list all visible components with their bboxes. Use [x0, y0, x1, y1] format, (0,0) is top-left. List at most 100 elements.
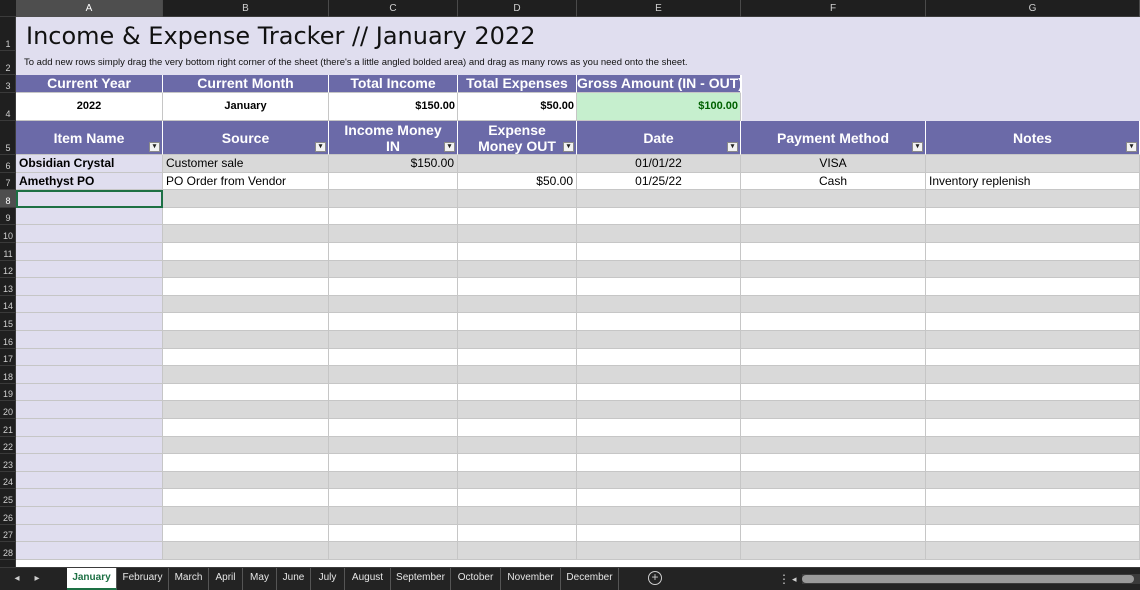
table-cell-b15[interactable] — [163, 313, 329, 331]
table-cell-d6[interactable] — [458, 155, 577, 173]
table-cell-c23[interactable] — [329, 454, 458, 472]
row-header-7[interactable]: 7 — [0, 173, 16, 191]
table-cell-e12[interactable] — [577, 260, 741, 279]
table-cell-c13[interactable] — [329, 278, 458, 296]
filter-dropdown-icon[interactable]: ▾ — [912, 142, 923, 152]
table-cell-c22[interactable] — [329, 436, 458, 455]
table-cell-f13[interactable] — [741, 278, 926, 296]
filter-dropdown-icon[interactable]: ▾ — [315, 142, 326, 152]
table-cell-b12[interactable] — [163, 260, 329, 279]
table-cell-d15[interactable] — [458, 313, 577, 331]
table-cell-g17[interactable] — [926, 348, 1140, 367]
summary-value-1[interactable]: January — [163, 93, 329, 121]
summary-header-3[interactable]: Total Expenses — [458, 75, 577, 93]
table-cell-c27[interactable] — [329, 524, 458, 543]
column-header-f[interactable]: F — [741, 0, 926, 17]
summary-value-4[interactable]: $100.00 — [577, 93, 741, 121]
sheet-tab-december[interactable]: December — [561, 568, 619, 590]
scroll-left-icon[interactable]: ◂ — [792, 572, 802, 586]
table-cell-g9[interactable] — [926, 207, 1140, 226]
plus-circle-icon[interactable]: + — [648, 571, 662, 585]
table-cell-f25[interactable] — [741, 489, 926, 507]
table-cell-g28[interactable] — [926, 542, 1140, 560]
row-header-26[interactable]: 26 — [0, 507, 16, 525]
table-cell-e24[interactable] — [577, 471, 741, 490]
table-cell-a23[interactable] — [16, 454, 163, 472]
table-header-6[interactable]: Notes ▾ — [926, 121, 1140, 155]
table-cell-a12[interactable] — [16, 260, 163, 279]
column-header-d[interactable]: D — [458, 0, 577, 17]
table-cell-d14[interactable] — [458, 295, 577, 314]
table-cell-f16[interactable] — [741, 331, 926, 349]
table-cell-c21[interactable] — [329, 419, 458, 437]
summary-header-1[interactable]: Current Month — [163, 75, 329, 93]
table-cell-b13[interactable] — [163, 278, 329, 296]
table-cell-g26[interactable] — [926, 507, 1140, 525]
table-cell-a17[interactable] — [16, 348, 163, 367]
table-cell-b28[interactable] — [163, 542, 329, 560]
table-cell-d23[interactable] — [458, 454, 577, 472]
table-cell-e28[interactable] — [577, 542, 741, 560]
row-header-11[interactable]: 11 — [0, 243, 16, 261]
table-header-0[interactable]: Item Name ▾ — [16, 121, 163, 155]
table-cell-a26[interactable] — [16, 507, 163, 525]
row-header-14[interactable]: 14 — [0, 296, 16, 314]
table-cell-g15[interactable] — [926, 313, 1140, 331]
table-cell-d13[interactable] — [458, 278, 577, 296]
table-cell-b7[interactable]: PO Order from Vendor — [163, 172, 329, 191]
tab-scroll-left-icon[interactable]: ◂ — [10, 571, 24, 587]
sheet-tab-june[interactable]: June — [277, 568, 311, 590]
table-cell-a28[interactable] — [16, 542, 163, 560]
table-cell-g14[interactable] — [926, 295, 1140, 314]
horizontal-scrollbar[interactable] — [802, 574, 1140, 584]
table-header-4[interactable]: Date ▾ — [577, 121, 741, 155]
row-header-12[interactable]: 12 — [0, 261, 16, 279]
summary-value-0[interactable]: 2022 — [16, 93, 163, 121]
row-header-16[interactable]: 16 — [0, 331, 16, 349]
table-cell-f17[interactable] — [741, 348, 926, 367]
column-header-e[interactable]: E — [577, 0, 741, 17]
table-cell-b22[interactable] — [163, 436, 329, 455]
sheet-tab-august[interactable]: August — [345, 568, 391, 590]
table-cell-c16[interactable] — [329, 331, 458, 349]
table-cell-g6[interactable] — [926, 155, 1140, 173]
table-cell-d22[interactable] — [458, 436, 577, 455]
table-cell-b23[interactable] — [163, 454, 329, 472]
summary-header-2[interactable]: Total Income — [329, 75, 458, 93]
table-header-1[interactable]: Source ▾ — [163, 121, 329, 155]
table-cell-c11[interactable] — [329, 243, 458, 261]
table-cell-a22[interactable] — [16, 436, 163, 455]
table-cell-a10[interactable] — [16, 225, 163, 243]
table-header-2[interactable]: Income Money IN ▾ — [329, 121, 458, 155]
row-header-9[interactable]: 9 — [0, 208, 16, 226]
table-cell-e17[interactable] — [577, 348, 741, 367]
table-cell-d16[interactable] — [458, 331, 577, 349]
table-cell-e18[interactable] — [577, 366, 741, 384]
sheet-tab-march[interactable]: March — [169, 568, 209, 590]
table-cell-e23[interactable] — [577, 454, 741, 472]
table-cell-f12[interactable] — [741, 260, 926, 279]
table-cell-d12[interactable] — [458, 260, 577, 279]
summary-value-3[interactable]: $50.00 — [458, 93, 577, 121]
table-cell-g22[interactable] — [926, 436, 1140, 455]
summary-header-4[interactable]: Gross Amount (IN - OUT) — [577, 75, 741, 93]
table-cell-f18[interactable] — [741, 366, 926, 384]
table-cell-d21[interactable] — [458, 419, 577, 437]
table-cell-c26[interactable] — [329, 507, 458, 525]
table-cell-g21[interactable] — [926, 419, 1140, 437]
table-header-5[interactable]: Payment Method ▾ — [741, 121, 926, 155]
table-cell-d7[interactable]: $50.00 — [458, 172, 577, 191]
table-cell-f20[interactable] — [741, 401, 926, 419]
row-header-21[interactable]: 21 — [0, 419, 16, 437]
row-header-2[interactable]: 2 — [0, 51, 16, 75]
vertical-ellipsis-icon[interactable]: ⋮ — [778, 571, 790, 587]
row-header-5[interactable]: 5 — [0, 121, 16, 155]
filter-dropdown-icon[interactable]: ▾ — [149, 142, 160, 152]
table-cell-b24[interactable] — [163, 471, 329, 490]
sheet-tab-may[interactable]: May — [243, 568, 277, 590]
table-cell-g24[interactable] — [926, 471, 1140, 490]
table-cell-e11[interactable] — [577, 243, 741, 261]
table-cell-c15[interactable] — [329, 313, 458, 331]
column-header-a[interactable]: A — [16, 0, 163, 17]
table-cell-d9[interactable] — [458, 207, 577, 226]
